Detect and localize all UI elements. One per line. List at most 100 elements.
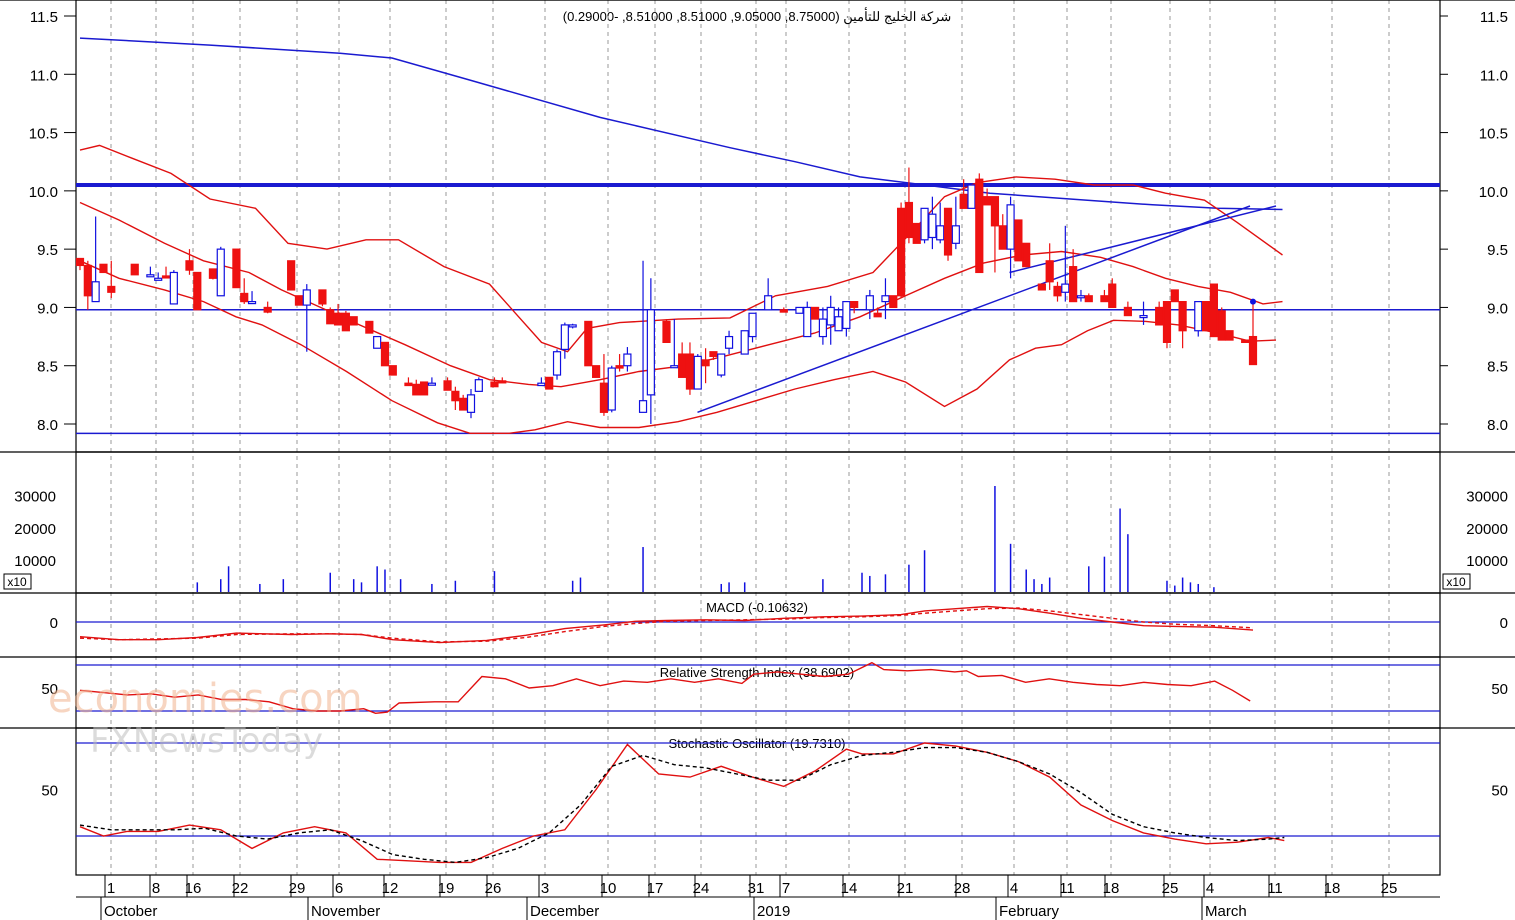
y-tick-label-left: 9.0 bbox=[37, 300, 58, 317]
candle-body bbox=[1069, 266, 1078, 303]
rsi-tick-right: 50 bbox=[1491, 681, 1508, 698]
candle-body bbox=[623, 353, 632, 367]
x-day-label: 12 bbox=[382, 880, 399, 897]
x-day-label: 10 bbox=[600, 880, 617, 897]
candle-body bbox=[412, 383, 421, 396]
candle-body bbox=[959, 193, 968, 209]
candle-body bbox=[1248, 335, 1258, 366]
candle-body bbox=[1170, 289, 1179, 303]
candle-body bbox=[185, 260, 194, 271]
candle-body bbox=[490, 381, 499, 388]
candle-body bbox=[130, 263, 139, 276]
stock-chart: شركة الخليج للتأمين (8.75000, 9.05000, 8… bbox=[0, 0, 1515, 920]
candle-body bbox=[373, 335, 382, 349]
volume-tick-label-left: 30000 bbox=[14, 489, 56, 506]
candle-body bbox=[834, 316, 843, 332]
candle-body bbox=[365, 320, 374, 334]
candle-body bbox=[380, 341, 390, 367]
candle-body bbox=[678, 353, 687, 378]
candle-body bbox=[607, 367, 616, 411]
candle-body bbox=[615, 365, 624, 369]
candle-body bbox=[967, 184, 976, 209]
candle-body bbox=[662, 320, 671, 344]
volume-unit-label-right: x10 bbox=[1446, 575, 1466, 589]
candle-body bbox=[1037, 283, 1046, 291]
candle-body bbox=[709, 351, 718, 357]
candle-body bbox=[302, 289, 311, 306]
candle-body bbox=[1241, 339, 1250, 344]
candle-body bbox=[983, 196, 992, 206]
candle-body bbox=[208, 268, 218, 279]
candle-body bbox=[1217, 310, 1226, 341]
candle-body bbox=[717, 353, 726, 376]
y-tick-label-right: 9.0 bbox=[1487, 300, 1508, 317]
macd-dashed-line bbox=[79, 607, 1254, 643]
x-day-label: 21 bbox=[897, 880, 914, 897]
volume-tick-label-right: 10000 bbox=[1466, 553, 1508, 570]
x-day-label: 4 bbox=[1206, 880, 1214, 897]
candle-body bbox=[552, 351, 562, 376]
candle-body bbox=[779, 309, 788, 313]
x-day-label: 29 bbox=[289, 880, 306, 897]
macd-tick-right: 0 bbox=[1500, 615, 1508, 632]
candle-body bbox=[936, 225, 945, 241]
candle-body bbox=[896, 207, 906, 297]
bollinger-band-upper bbox=[79, 144, 1283, 353]
candle-body bbox=[881, 295, 890, 303]
candle-body bbox=[1006, 204, 1015, 250]
candle-body bbox=[928, 213, 937, 239]
candle-body bbox=[83, 264, 92, 297]
candle-body bbox=[294, 295, 304, 306]
watermark: economies.com FXNewsToday bbox=[48, 676, 363, 761]
candle-body bbox=[912, 222, 921, 244]
x-day-label: 16 bbox=[185, 880, 202, 897]
candle-body bbox=[263, 306, 272, 313]
x-day-label: 31 bbox=[748, 880, 765, 897]
candle-body bbox=[1162, 301, 1172, 344]
volume-tick-label-left: 10000 bbox=[14, 553, 56, 570]
candle-body bbox=[599, 382, 609, 413]
candle-body bbox=[1155, 306, 1164, 326]
candle-body bbox=[920, 207, 929, 241]
x-day-label: 26 bbox=[485, 880, 502, 897]
candle-body bbox=[326, 309, 335, 325]
x-day-label: 6 bbox=[335, 880, 343, 897]
candle-body bbox=[646, 309, 655, 396]
candle-body bbox=[419, 381, 429, 396]
candle-body bbox=[990, 196, 1000, 227]
candle-body bbox=[161, 275, 171, 279]
candle-body bbox=[975, 178, 984, 274]
candle-body bbox=[427, 382, 436, 386]
volume-tick-label-right: 20000 bbox=[1466, 521, 1508, 538]
candle-body bbox=[154, 277, 163, 281]
x-axis: 1 8 16 22 29 6 12 19 26 3 10 17 24 31 7 14 21 28 4 11 18 25 4 1… bbox=[76, 875, 1440, 920]
candle-body bbox=[1108, 283, 1117, 309]
candle-body bbox=[1209, 283, 1219, 338]
candle-body bbox=[1100, 295, 1109, 303]
y-tick-label-right: 10.0 bbox=[1479, 184, 1508, 201]
candle-body bbox=[169, 271, 178, 305]
y-tick-label-left: 10.0 bbox=[29, 184, 58, 201]
candle-body bbox=[1178, 301, 1187, 332]
candle-body bbox=[1076, 295, 1086, 299]
watermark-line2: FXNewsToday bbox=[90, 721, 323, 761]
candle-body bbox=[1061, 283, 1070, 293]
x-day-label: 14 bbox=[841, 880, 858, 897]
volume-tick-label-right: 30000 bbox=[1466, 489, 1508, 506]
volume-tick-label-left: 20000 bbox=[14, 521, 56, 538]
x-day-label: 19 bbox=[438, 880, 455, 897]
candle-body bbox=[99, 263, 108, 274]
candle-body bbox=[1201, 301, 1211, 332]
candle-body bbox=[474, 379, 483, 392]
y-tick-label-right: 11.5 bbox=[1480, 9, 1508, 26]
candle-body bbox=[998, 225, 1007, 250]
candle-body bbox=[146, 274, 155, 278]
candle-body bbox=[795, 306, 804, 314]
x-day-label: 25 bbox=[1381, 880, 1398, 897]
candle-body bbox=[333, 312, 343, 326]
candle-body bbox=[693, 355, 702, 390]
volume-panel: 30000 3000020000 2000010000 10000x10 x10 bbox=[0, 451, 1515, 594]
candle-body bbox=[826, 306, 835, 326]
candle-body bbox=[247, 301, 257, 305]
candle-body bbox=[498, 380, 507, 384]
